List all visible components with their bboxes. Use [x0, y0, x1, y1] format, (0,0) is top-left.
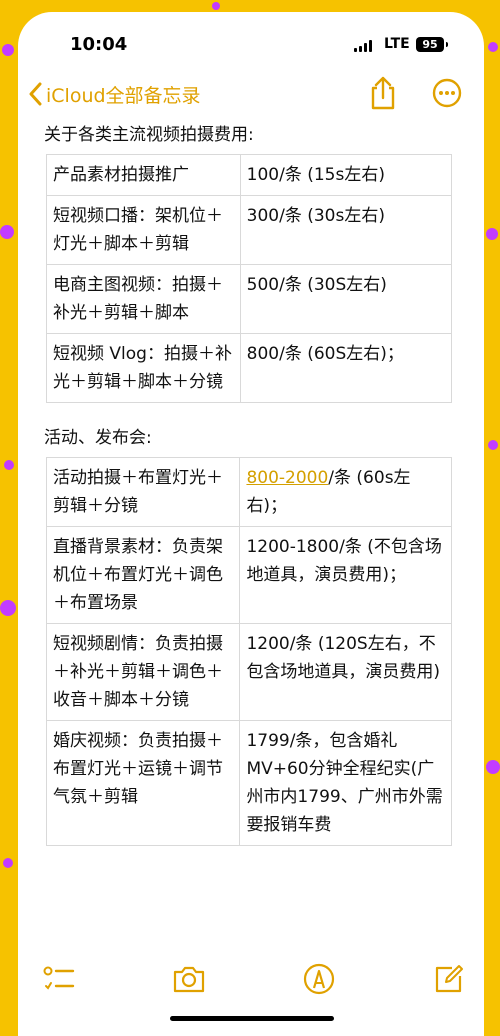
table-row: 短视频 Vlog：拍摄＋补光＋剪辑＋脚本＋分镜 800/条 (60S左右)； — [46, 333, 453, 403]
section-title-video-fees: 关于各类主流视频拍摄费用: — [44, 125, 254, 145]
table-cell-item: 短视频 Vlog：拍摄＋补光＋剪辑＋脚本＋分镜 — [46, 333, 241, 403]
table-cell-item: 产品素材拍摄推广 — [46, 154, 241, 196]
table-cell-item: 电商主图视频：拍摄＋补光＋剪辑＋脚本 — [46, 264, 241, 334]
table-cell-price: 1200/条 (120S左右，不包含场地道具，演员费用) — [239, 623, 452, 721]
background-dot — [486, 760, 500, 774]
back-button[interactable]: iCloud全部备忘录 — [28, 78, 201, 110]
background-dot — [3, 858, 13, 868]
fees-table: 产品素材拍摄推广 100/条 (15s左右) 短视频口播：架机位＋灯光＋脚本＋剪… — [46, 154, 453, 403]
share-button[interactable] — [368, 76, 398, 110]
battery-icon: 95 — [416, 37, 444, 52]
ellipsis-circle-icon — [432, 78, 462, 108]
table-cell-item: 短视频口播：架机位＋灯光＋脚本＋剪辑 — [46, 195, 241, 265]
camera-button[interactable] — [172, 962, 206, 996]
table-cell-item: 直播背景素材：负责架机位＋布置灯光＋调色＋布置场景 — [45, 526, 241, 624]
note-body[interactable]: 关于各类主流视频拍摄费用: 产品素材拍摄推广 100/条 (15s左右) 短视频… — [44, 122, 464, 846]
table-cell-item: 婚庆视频：负责拍摄＋布置灯光＋运镜＋调节气氛＋剪辑 — [45, 720, 241, 846]
compose-icon — [435, 965, 463, 993]
table-cell-price: 500/条 (30S左右) — [239, 264, 453, 334]
background-dot — [488, 42, 498, 52]
table-cell-price: 1200-1800/条 (不包含场地道具，演员费用)； — [239, 526, 452, 624]
chevron-left-icon — [29, 82, 42, 106]
table-cell-price: 1799/条，包含婚礼MV+60分钟全程纪实(广州市内1799、广州市外需要报销… — [239, 720, 452, 846]
markup-button[interactable] — [302, 962, 336, 996]
background-dot — [2, 44, 14, 56]
events-table: 活动拍摄＋布置灯光＋剪辑＋分镜 800-2000/条 (60s左右)； 直播背景… — [45, 457, 452, 846]
cellular-signal-icon — [354, 40, 376, 52]
table-cell-price: 100/条 (15s左右) — [239, 154, 453, 196]
background-dot — [0, 600, 16, 616]
table-row: 短视频口播：架机位＋灯光＋脚本＋剪辑 300/条 (30s左右) — [46, 195, 453, 265]
table-row: 直播背景素材：负责架机位＋布置灯光＋调色＋布置场景 1200-1800/条 (不… — [45, 526, 452, 624]
navigation-bar: iCloud全部备忘录 — [18, 72, 484, 116]
table-row: 短视频剧情：负责拍摄＋补光＋剪辑＋调色＋收音＋脚本＋分镜 1200/条 (120… — [45, 623, 452, 721]
background-dot — [4, 460, 14, 470]
table-row: 活动拍摄＋布置灯光＋剪辑＋分镜 800-2000/条 (60s左右)； — [45, 457, 452, 527]
table-cell-price: 300/条 (30s左右) — [239, 195, 453, 265]
table-row: 电商主图视频：拍摄＋补光＋剪辑＋脚本 500/条 (30S左右) — [46, 264, 453, 334]
background-dot — [488, 440, 498, 450]
home-indicator[interactable] — [170, 1016, 334, 1021]
background-dot — [212, 2, 220, 10]
table-row: 婚庆视频：负责拍摄＋布置灯光＋运镜＋调节气氛＋剪辑 1799/条，包含婚礼MV+… — [45, 720, 452, 846]
network-type: LTE — [384, 36, 410, 52]
markup-pen-icon — [303, 963, 335, 995]
battery-tip — [446, 42, 448, 47]
checklist-icon — [43, 966, 75, 990]
price-link[interactable]: 800-2000 — [246, 468, 328, 488]
camera-icon — [173, 966, 205, 993]
status-time: 10:04 — [70, 34, 128, 55]
table-cell-item: 短视频剧情：负责拍摄＋补光＋剪辑＋调色＋收音＋脚本＋分镜 — [45, 623, 241, 721]
phone-screen: 10:04 LTE 95 iCloud全部备忘录 关于各类主流视频拍摄费用: 产… — [18, 12, 484, 1036]
table-cell-price: 800/条 (60S左右)； — [239, 333, 453, 403]
table-cell-item: 活动拍摄＋布置灯光＋剪辑＋分镜 — [45, 457, 241, 527]
background-dot — [0, 225, 14, 239]
compose-button[interactable] — [432, 962, 466, 996]
background-dot — [486, 228, 498, 240]
checklist-button[interactable] — [42, 962, 76, 996]
share-icon — [371, 76, 395, 110]
bottom-toolbar — [18, 952, 484, 1012]
section-title-events: 活动、发布会: — [44, 428, 152, 448]
back-label: iCloud全部备忘录 — [46, 84, 201, 107]
more-button[interactable] — [432, 78, 462, 108]
status-bar: 10:04 LTE 95 — [18, 12, 484, 72]
table-row: 产品素材拍摄推广 100/条 (15s左右) — [46, 154, 453, 196]
table-cell-price: 800-2000/条 (60s左右)； — [239, 457, 452, 527]
